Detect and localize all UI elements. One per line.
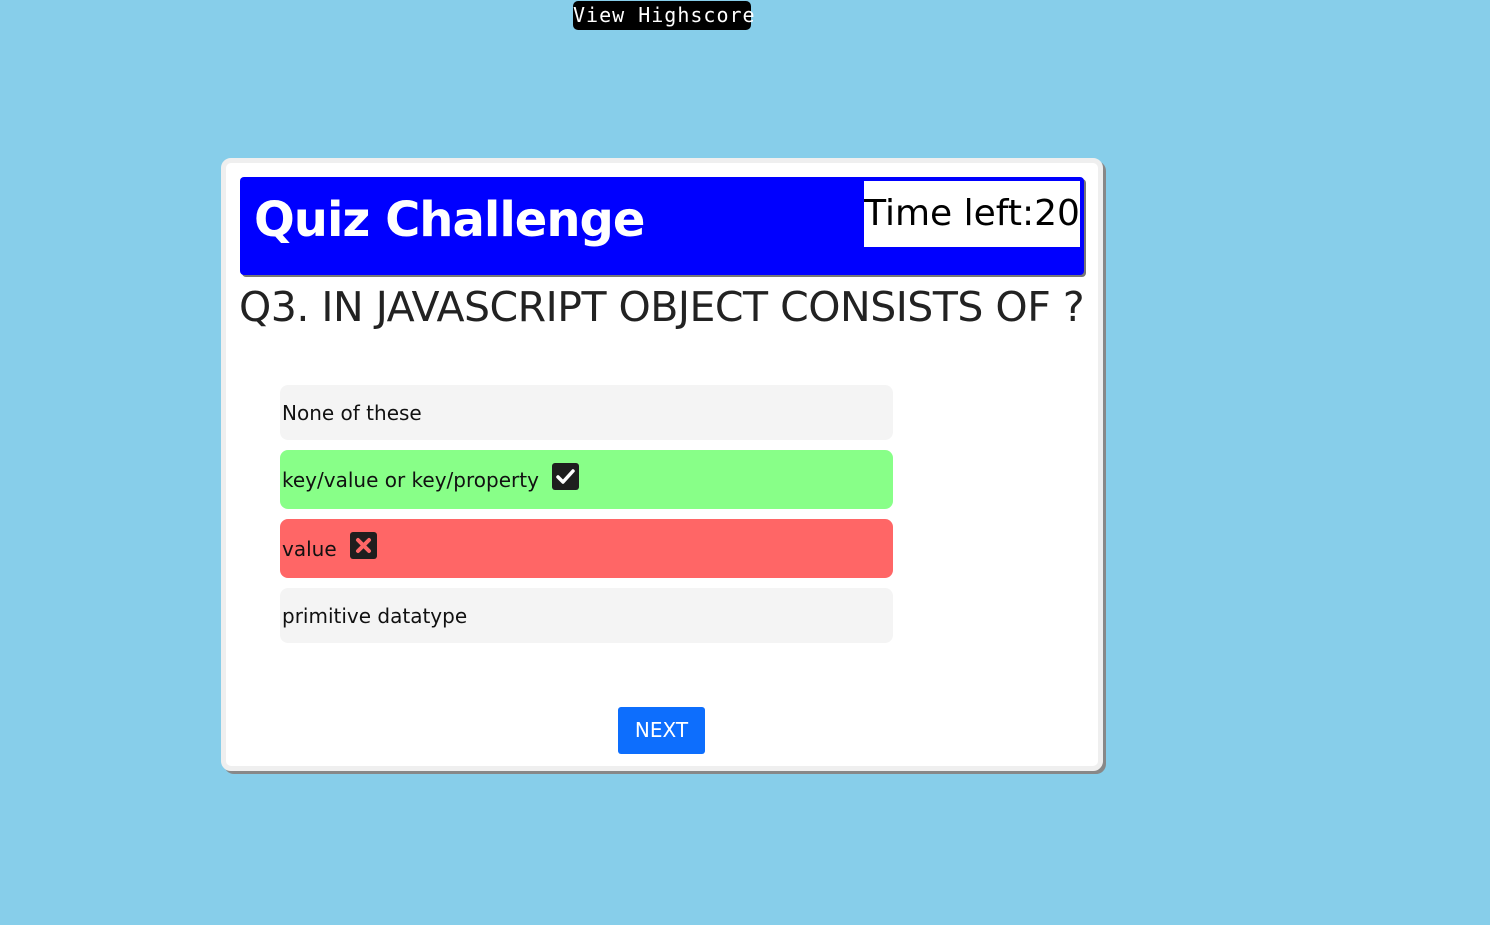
quiz-title: Quiz Challenge xyxy=(254,192,645,248)
answer-option-2[interactable]: key/value or key/property xyxy=(280,450,893,509)
timer-display: Time left:20 xyxy=(864,181,1080,247)
answer-list: None of these key/value or key/property … xyxy=(280,385,893,643)
answer-label: None of these xyxy=(282,400,422,425)
x-square-icon xyxy=(349,532,377,559)
answer-option-1[interactable]: None of these xyxy=(280,385,893,440)
check-square-icon xyxy=(551,463,579,490)
quiz-card: Quiz Challenge Time left:20 Q3. IN JAVAS… xyxy=(221,158,1103,771)
answer-label: key/value or key/property xyxy=(282,467,539,492)
answer-label: primitive datatype xyxy=(282,603,468,628)
view-highscore-button[interactable]: View Highscore xyxy=(573,1,755,30)
answer-label: value xyxy=(282,536,337,561)
question-text: Q3. IN JAVASCRIPT OBJECT CONSISTS OF ? xyxy=(239,283,1085,331)
answer-option-3[interactable]: value xyxy=(280,519,893,578)
next-button[interactable]: NEXT xyxy=(618,707,705,754)
quiz-header: Quiz Challenge Time left:20 xyxy=(240,177,1084,275)
answer-option-4[interactable]: primitive datatype xyxy=(280,588,893,643)
